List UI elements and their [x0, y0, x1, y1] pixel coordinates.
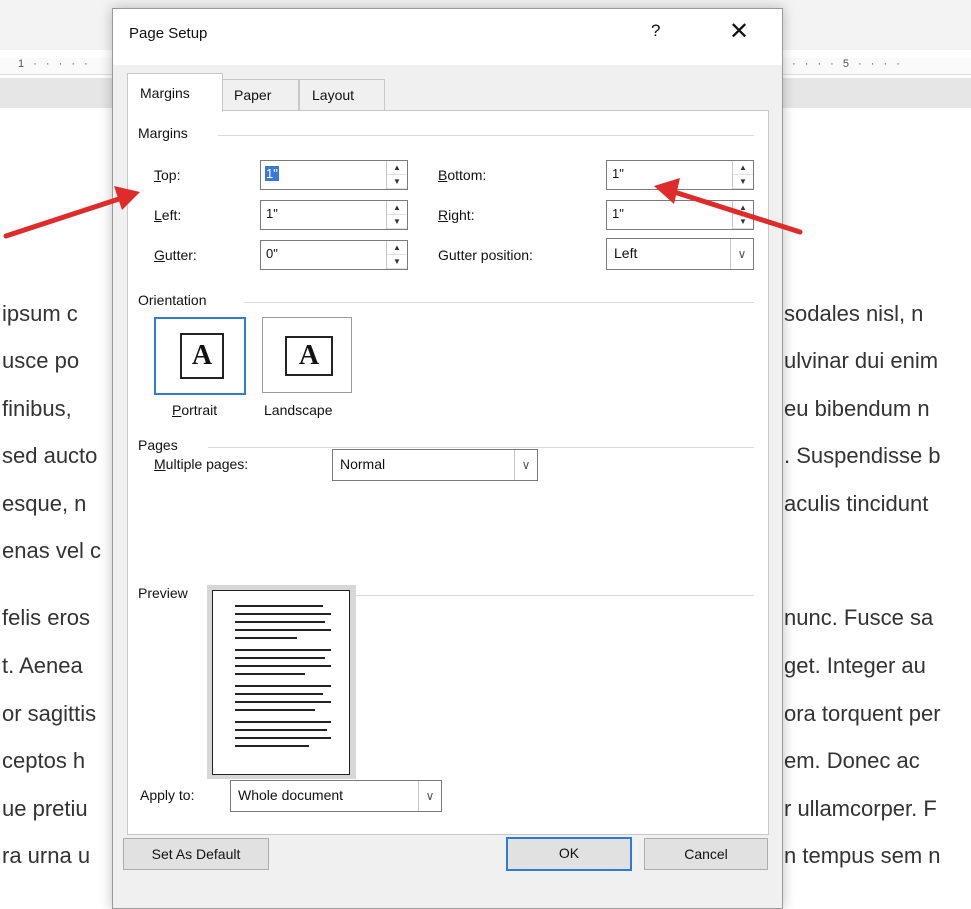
arrow-to-top-margin-icon: [3, 186, 140, 239]
tab-margins[interactable]: Margins: [127, 73, 223, 112]
arrow-to-bottom-margin-icon: [654, 178, 803, 235]
annotation-arrows: [3, 178, 803, 239]
